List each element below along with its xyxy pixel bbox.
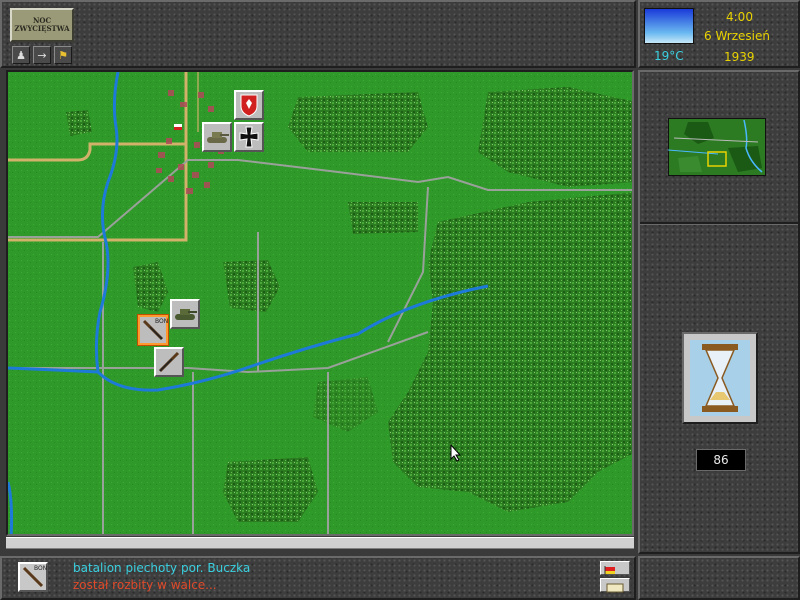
turns-remaining-counter: 86	[696, 449, 746, 471]
mouse-cursor-icon	[450, 444, 462, 462]
rifle-icon	[158, 351, 180, 373]
white-eagle-icon	[240, 94, 258, 117]
end-turn-button[interactable]	[682, 332, 758, 424]
bottom-right-panel	[638, 556, 800, 600]
terrain-layer	[8, 72, 632, 534]
date-label: 6 Wrzesień	[704, 29, 770, 43]
move-arrow-button[interactable]: →	[33, 46, 51, 64]
hourglass-icon	[690, 340, 750, 416]
flag-icon: ⚑	[58, 48, 68, 62]
game-logo-text: NOC ZWYCIĘSTWA	[14, 16, 70, 33]
soldier-icon: ♟	[16, 48, 26, 62]
message-line-1: batalion piechoty por. Buczka	[73, 561, 251, 575]
tank-icon	[207, 132, 229, 143]
polish-infantry-counter[interactable]	[154, 347, 184, 377]
date-time-panel: 19°C 4:00 6 Wrzesień 1939	[638, 0, 800, 68]
flag-icon	[604, 566, 615, 576]
battle-map[interactable]: BON	[6, 70, 634, 536]
minimap[interactable]	[668, 118, 766, 176]
time-label: 4:00	[726, 10, 753, 24]
message-unit-label: BON	[34, 565, 48, 572]
german-cross-counter[interactable]	[234, 122, 264, 152]
clear-sky-icon	[644, 8, 694, 44]
tank-icon	[175, 309, 197, 320]
panel-divider	[640, 222, 798, 225]
polish-tank-counter[interactable]	[170, 299, 200, 329]
german-tank-counter[interactable]	[202, 122, 232, 152]
unit-type-label: BON	[155, 318, 169, 325]
top-toolbar: NOC ZWYCIĘSTWA ♟ → ⚑	[0, 0, 636, 68]
iron-cross-icon	[239, 126, 259, 148]
selected-infantry-counter[interactable]: BON	[137, 314, 169, 346]
attack-button[interactable]: ⚑	[54, 46, 72, 64]
message-line-2: został rozbity w walce...	[73, 578, 217, 592]
year-label: 1939	[724, 50, 755, 64]
map-horizontal-scrollbar[interactable]	[6, 537, 634, 549]
unit-info-button[interactable]: ♟	[12, 46, 30, 64]
polish-eagle-hq-counter[interactable]	[234, 90, 264, 120]
flag-button[interactable]	[600, 561, 630, 576]
map-icon	[606, 583, 624, 593]
message-unit-counter[interactable]: BON	[18, 562, 48, 592]
temperature-label: 19°C	[654, 49, 684, 63]
game-logo[interactable]: NOC ZWYCIĘSTWA	[10, 8, 74, 42]
map-toggle-button[interactable]	[600, 578, 630, 593]
arrow-right-icon: →	[37, 48, 47, 62]
